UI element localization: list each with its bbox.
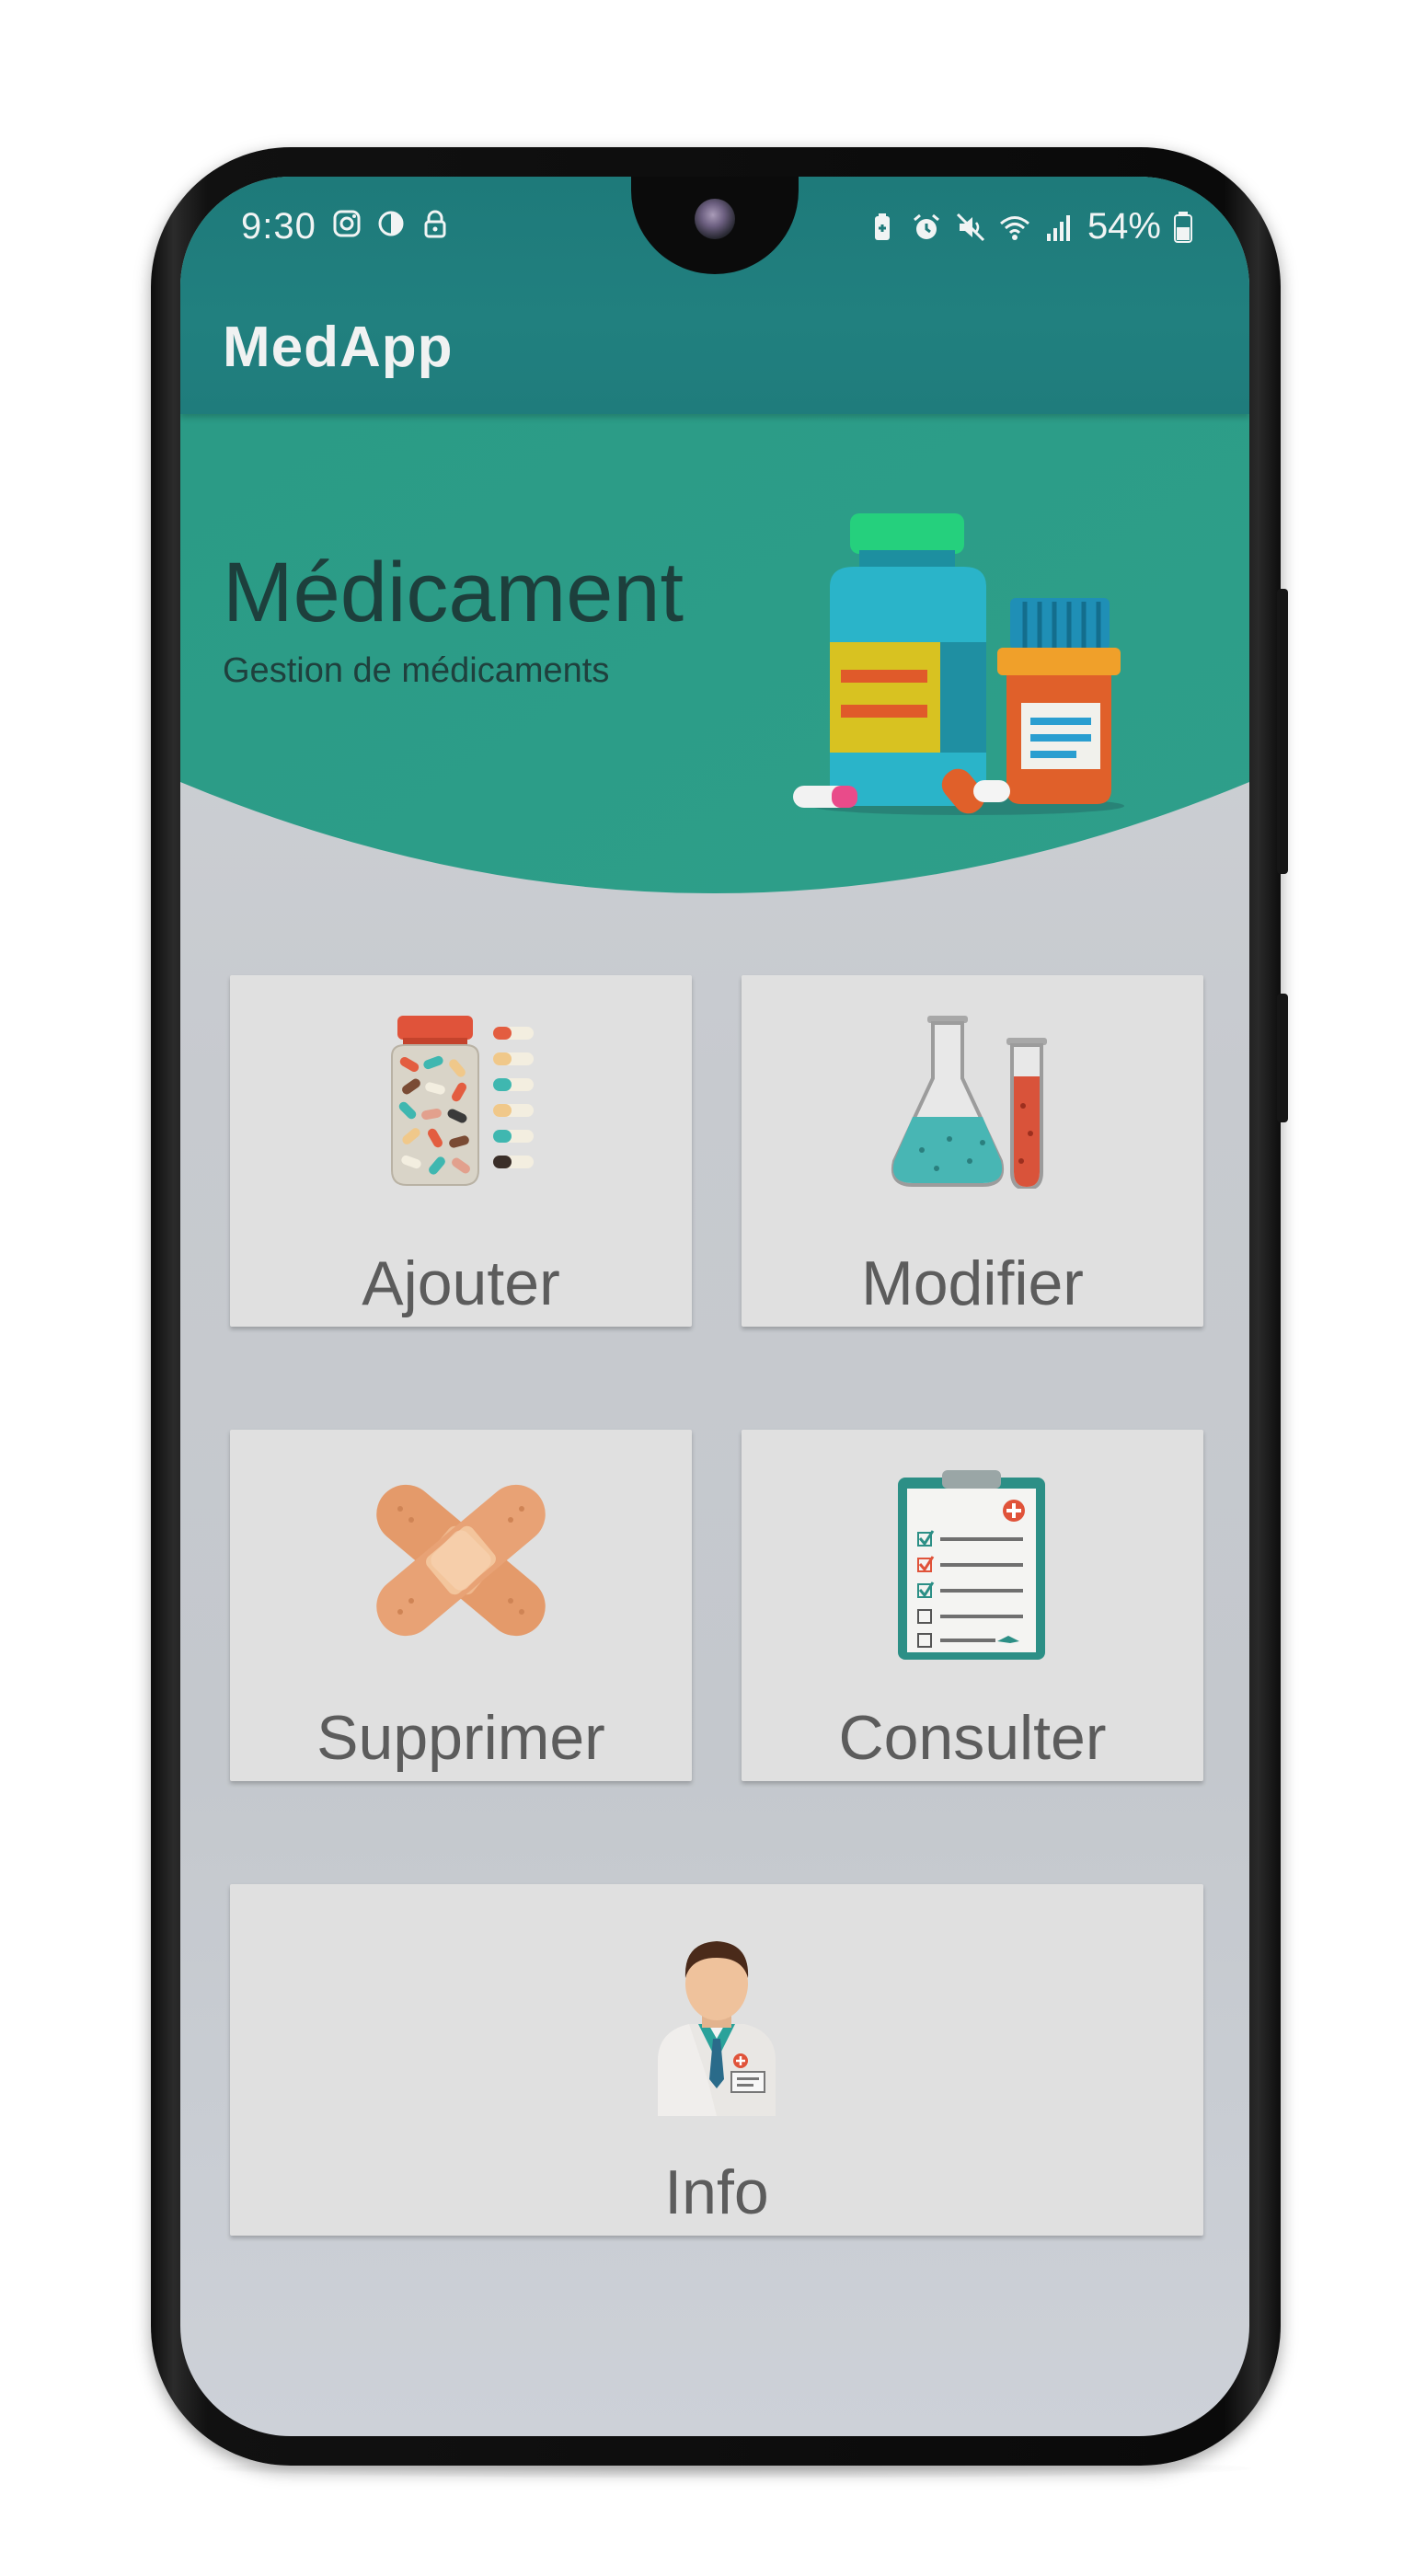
view-label: Consulter <box>838 1703 1107 1773</box>
bandage-icon <box>376 1484 546 1637</box>
lab-flask-icon <box>891 1016 1047 1189</box>
delete-label: Supprimer <box>316 1703 605 1773</box>
hero-title: Médicament <box>223 546 684 639</box>
mute-icon <box>956 213 984 241</box>
lock-icon <box>424 210 446 238</box>
signal-icon <box>1046 214 1070 241</box>
phone-screen: Médicament Gestion de médicaments 9:30 5… <box>180 177 1249 2436</box>
doctor-icon <box>658 1941 776 2116</box>
contrast-icon <box>378 211 404 236</box>
battery-icon <box>1174 211 1192 243</box>
hero-subtitle: Gestion de médicaments <box>223 651 610 690</box>
battery-saver-icon <box>874 213 890 240</box>
edit-label: Modifier <box>861 1248 1084 1318</box>
status-right-icons: 54% <box>867 206 1192 247</box>
clipboard-icon <box>898 1470 1045 1660</box>
wifi-icon <box>999 215 1029 240</box>
battery-percent: 54% <box>1087 206 1161 247</box>
stage: Médicament Gestion de médicaments 9:30 5… <box>0 0 1426 2576</box>
info-label: Info <box>664 2157 769 2227</box>
edit-button[interactable]: Modifier <box>742 975 1203 1327</box>
info-button[interactable]: Info <box>230 1884 1203 2236</box>
pill-jar-icon <box>391 1016 534 1186</box>
status-left-icons <box>331 208 451 239</box>
alarm-icon <box>913 213 939 239</box>
view-button[interactable]: Consulter <box>742 1430 1203 1781</box>
add-button[interactable]: Ajouter <box>230 975 692 1327</box>
instagram-icon <box>333 210 361 237</box>
app-title: MedApp <box>223 316 454 379</box>
status-time: 9:30 <box>241 206 316 247</box>
add-label: Ajouter <box>362 1248 560 1318</box>
delete-button[interactable]: Supprimer <box>230 1430 692 1781</box>
medicine-bottles-icon <box>793 513 1124 815</box>
volume-button <box>1277 994 1288 1122</box>
power-button <box>1277 589 1288 874</box>
front-camera <box>695 199 735 239</box>
